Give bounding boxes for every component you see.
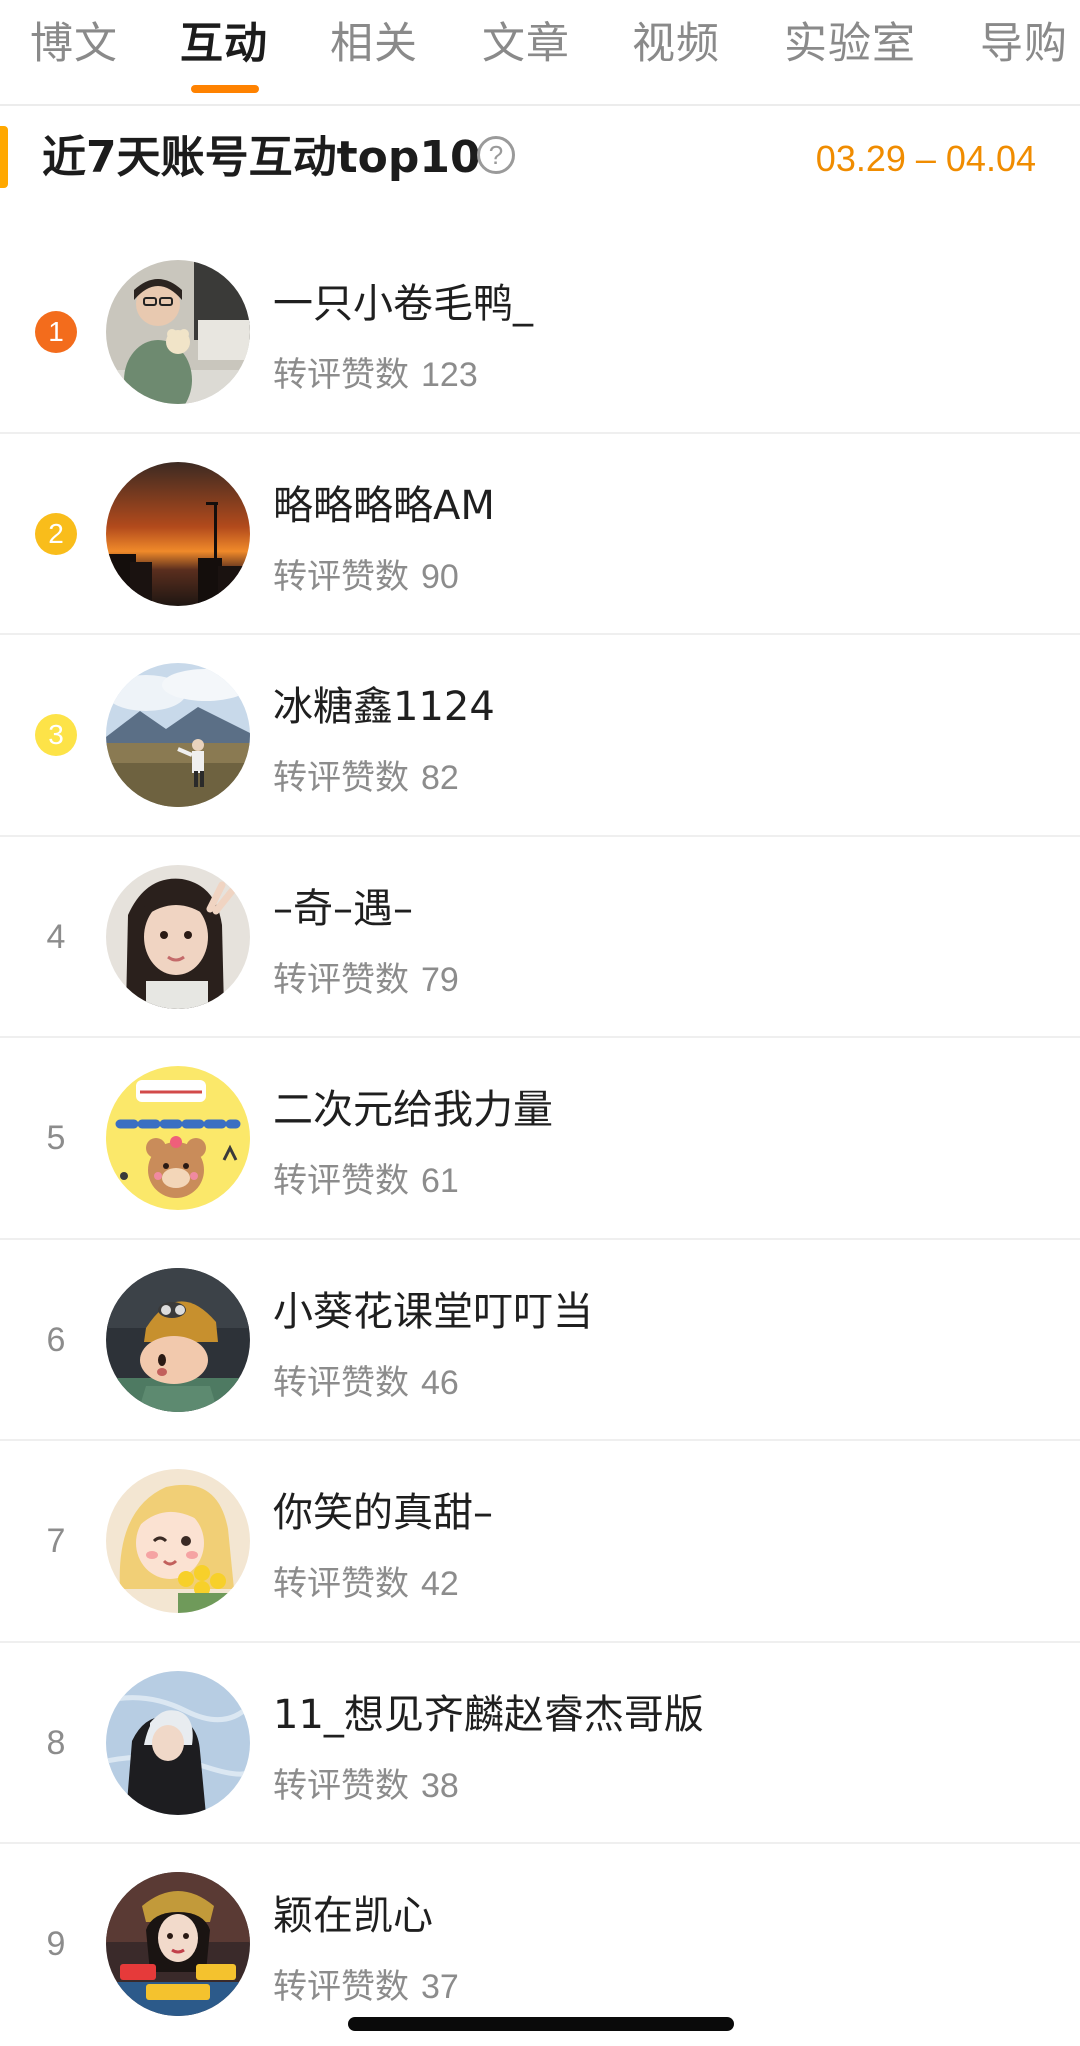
rank-badge: 2: [35, 512, 77, 555]
tab-articles[interactable]: 文章: [482, 14, 570, 74]
rank-badge: 1: [35, 311, 77, 353]
ranking-row[interactable]: 8 11_想见齐麟赵睿杰哥版 转评赞数 38: [0, 1643, 1080, 1844]
tab-bar: 博文 互动 相关 文章 视频 实验室 导购: [0, 0, 1080, 106]
ranking-list: 1 一只小卷毛鸭_ 转评赞数 123 2 略略略略AM 转评赞数 90 3 冰糖…: [0, 232, 1080, 2046]
rank-badge: 3: [35, 714, 77, 756]
home-indicator: [348, 2017, 734, 2031]
tab-interaction[interactable]: 互动: [180, 14, 268, 74]
section-title: 近7天账号互动top10: [42, 132, 481, 183]
avatar[interactable]: [106, 1267, 250, 1412]
avatar[interactable]: [106, 1670, 250, 1815]
stat-count: 46: [421, 1363, 459, 1402]
account-name[interactable]: 一只小卷毛鸭_: [273, 276, 533, 332]
stat-count: 79: [421, 960, 459, 999]
stat-label: 转评赞数: [273, 355, 409, 395]
interaction-stat: 转评赞数 46: [273, 1358, 459, 1408]
avatar-image: [106, 663, 250, 807]
interaction-stat: 转评赞数 38: [273, 1761, 459, 1811]
stat-label: 转评赞数: [273, 556, 409, 597]
interaction-stat: 转评赞数 82: [273, 753, 459, 803]
stat-count: 82: [421, 759, 459, 797]
ranking-row[interactable]: 2 略略略略AM 转评赞数 90: [0, 434, 1080, 635]
avatar[interactable]: [106, 260, 250, 404]
rank-number: 8: [46, 1723, 66, 1762]
ranking-row[interactable]: 6 小葵花课堂叮叮当 转评赞数 46: [0, 1240, 1080, 1441]
account-name[interactable]: 略略略略AM: [273, 478, 495, 534]
rank-number: 4: [46, 917, 66, 956]
date-range: 03.29 – 04.04: [815, 138, 1036, 179]
ranking-row[interactable]: 3 冰糖鑫1124 转评赞数 82: [0, 635, 1080, 837]
stat-label: 转评赞数: [273, 758, 409, 798]
account-name[interactable]: –奇–遇–: [273, 881, 413, 937]
stat-count: 37: [421, 1968, 459, 2006]
avatar-image: [106, 260, 250, 404]
stat-count: 42: [421, 1565, 459, 1603]
stat-label: 转评赞数: [273, 1362, 409, 1403]
stat-label: 转评赞数: [273, 1564, 409, 1604]
interaction-stat: 转评赞数 90: [273, 552, 459, 602]
avatar-image: [106, 1267, 250, 1412]
header-accent-bar: [0, 126, 8, 188]
avatar-image: [106, 864, 250, 1009]
interaction-stat: 转评赞数 42: [273, 1559, 459, 1609]
avatar[interactable]: [106, 663, 250, 807]
account-name[interactable]: 颖在凯心: [273, 1888, 433, 1944]
account-name[interactable]: 冰糖鑫1124: [273, 679, 495, 735]
interaction-stat: 转评赞数 61: [273, 1156, 459, 1206]
stat-count: 61: [421, 1162, 459, 1200]
ranking-row[interactable]: 7 你笑的真甜– 转评赞数 42: [0, 1441, 1080, 1643]
stat-label: 转评赞数: [273, 1161, 409, 1201]
active-tab-indicator: [191, 85, 259, 93]
account-name[interactable]: 11_想见齐麟赵睿杰哥版: [273, 1687, 704, 1743]
avatar-image: [106, 1469, 250, 1613]
rank-number: 5: [46, 1119, 66, 1157]
ranking-row[interactable]: 4 –奇–遇– 转评赞数 79: [0, 837, 1080, 1038]
rank-number: 6: [46, 1320, 66, 1359]
tab-related[interactable]: 相关: [330, 14, 418, 74]
avatar-image: [106, 1670, 250, 1815]
avatar[interactable]: [106, 1469, 250, 1613]
avatar[interactable]: [106, 1066, 250, 1210]
stat-label: 转评赞数: [273, 959, 409, 1000]
ranking-row[interactable]: 1 一只小卷毛鸭_ 转评赞数 123: [0, 232, 1080, 434]
stat-count: 38: [421, 1766, 459, 1805]
account-name[interactable]: 小葵花课堂叮叮当: [273, 1284, 593, 1340]
tab-shopping-guide[interactable]: 导购: [980, 14, 1068, 74]
avatar-image: [106, 1066, 250, 1210]
tab-posts[interactable]: 博文: [30, 14, 118, 74]
rank-number: 7: [46, 1522, 66, 1560]
avatar-image: [106, 461, 250, 606]
ranking-row[interactable]: 9 颖在凯心 转评赞数 37: [0, 1844, 1080, 2046]
account-name[interactable]: 二次元给我力量: [273, 1082, 553, 1138]
avatar[interactable]: [106, 864, 250, 1009]
avatar[interactable]: [106, 461, 250, 606]
stat-count: 90: [421, 557, 459, 596]
stat-label: 转评赞数: [273, 1765, 409, 1806]
help-icon[interactable]: ?: [477, 136, 515, 174]
tab-videos[interactable]: 视频: [632, 14, 720, 74]
ranking-row[interactable]: 5 二次元给我力量 转评赞数 61: [0, 1038, 1080, 1240]
section-header: 近7天账号互动top10 ? 03.29 – 04.04: [0, 106, 1080, 232]
interaction-stat: 转评赞数 123: [273, 350, 478, 400]
stat-label: 转评赞数: [273, 1967, 409, 2007]
interaction-stat: 转评赞数 79: [273, 955, 459, 1005]
account-name[interactable]: 你笑的真甜–: [273, 1485, 493, 1541]
tab-lab[interactable]: 实验室: [784, 14, 916, 74]
rank-number: 9: [46, 1925, 66, 1963]
stat-count: 123: [421, 356, 478, 394]
avatar-image: [106, 1872, 250, 2016]
interaction-stat: 转评赞数 37: [273, 1962, 459, 2012]
avatar[interactable]: [106, 1872, 250, 2016]
